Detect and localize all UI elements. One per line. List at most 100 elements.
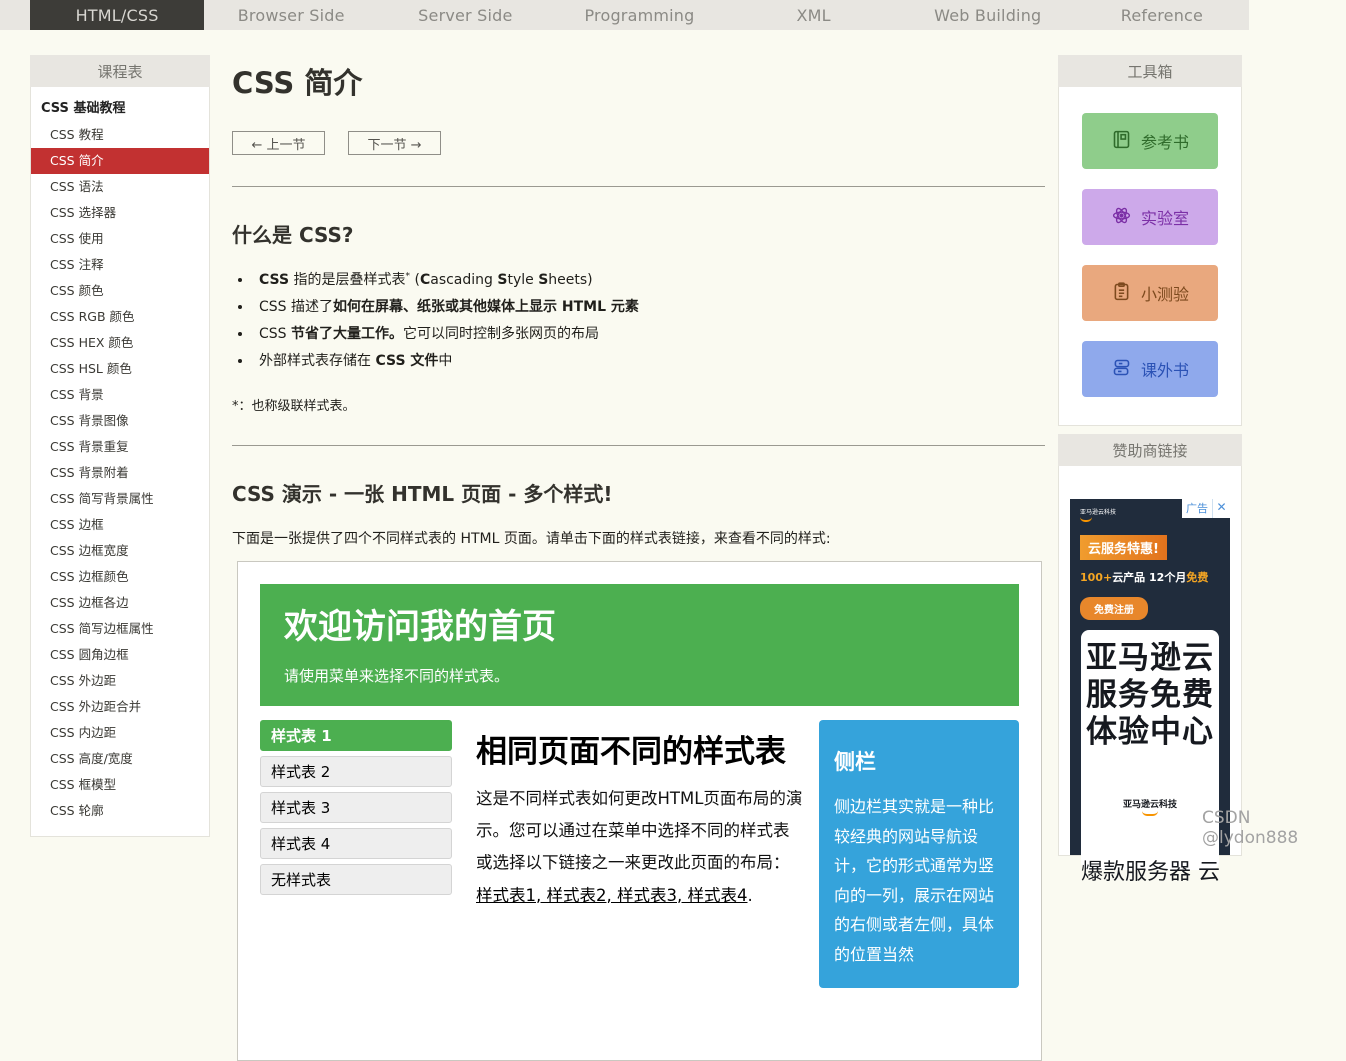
sidebar-item[interactable]: CSS 选择器 bbox=[31, 200, 209, 226]
page-title: CSS 简介 bbox=[232, 60, 1045, 102]
book-icon bbox=[1111, 129, 1132, 154]
demo-stylesheet-button[interactable]: 样式表 2 bbox=[260, 756, 452, 787]
what-is-css-heading: 什么是 CSS? bbox=[232, 219, 1045, 248]
ad-offer-text: 100+云产品 12个月免费 bbox=[1080, 569, 1230, 585]
sponsor-panel: 亚马逊云科技 广告 ✕ 云服务特惠! 100+云产品 12个月免费 免费注册 亚… bbox=[1058, 466, 1242, 856]
demo-sidebar: 侧栏 侧边栏其实就是一种比较经典的网站导航设计，它的形式通常为竖向的一列，展示在… bbox=[819, 720, 1019, 988]
nav-tab[interactable]: Web Building bbox=[901, 0, 1075, 30]
what-is-css-list: CSS 指的是层叠样式表* (Cascading Style Sheets) C… bbox=[253, 269, 1045, 370]
pager-buttons: ← 上一节 下一节 → bbox=[232, 131, 1045, 155]
sidebar-item[interactable]: CSS 教程 bbox=[31, 122, 209, 148]
lab-label: 实验室 bbox=[1141, 205, 1189, 229]
ad-brand-logo: 亚马逊云科技 bbox=[1070, 499, 1116, 522]
sidebar-item[interactable]: CSS 圆角边框 bbox=[31, 642, 209, 668]
demo-style-link[interactable]: 样式表3 bbox=[617, 886, 688, 905]
prev-section-button[interactable]: ← 上一节 bbox=[232, 131, 325, 155]
sidebar-item[interactable]: CSS 简介 bbox=[31, 148, 209, 174]
extra-book-label: 课外书 bbox=[1141, 357, 1189, 381]
atom-icon bbox=[1111, 205, 1132, 230]
nav-tab[interactable]: Server Side bbox=[378, 0, 552, 30]
amazon-smile-icon bbox=[1080, 517, 1092, 522]
ad-signup-button[interactable]: 免费注册 bbox=[1080, 597, 1148, 620]
top-navigation: HTML/CSS Browser Side Server Side Progra… bbox=[0, 0, 1249, 30]
demo-style-links-group: 样式表1样式表2样式表3样式表4 bbox=[476, 886, 748, 905]
ad-close-icon[interactable]: ✕ bbox=[1212, 499, 1230, 518]
sidebar-item[interactable]: CSS 外边距 bbox=[31, 668, 209, 694]
reference-book-button[interactable]: 参考书 bbox=[1082, 113, 1218, 169]
ad-card-logo: 亚马逊云科技 bbox=[1081, 797, 1219, 816]
sidebar-item[interactable]: CSS 背景附着 bbox=[31, 460, 209, 486]
sidebar-item[interactable]: CSS 框模型 bbox=[31, 772, 209, 798]
ad-card: 亚马逊云 服务免费 体验中心 亚马逊云科技 爆款服务器 云 bbox=[1081, 630, 1219, 870]
sidebar-item[interactable]: CSS HEX 颜色 bbox=[31, 330, 209, 356]
demo-article-heading: 相同页面不同的样式表 bbox=[476, 726, 804, 771]
toolbox-sidebar: 工具箱 参考书 实验室 小测验 课外书 赞助商链接 亚马逊云科技 bbox=[1058, 55, 1242, 856]
nav-tab[interactable]: Programming bbox=[552, 0, 726, 30]
course-sidebar-title: 课程表 bbox=[30, 55, 210, 87]
demo-sidebar-text: 侧边栏其实就是一种比较经典的网站导航设计，它的形式通常为竖向的一列，展示在网站的… bbox=[834, 792, 1004, 970]
sidebar-item[interactable]: CSS 边框各边 bbox=[31, 590, 209, 616]
sidebar-item[interactable]: CSS 基础教程 bbox=[31, 96, 209, 122]
quiz-button[interactable]: 小测验 bbox=[1082, 265, 1218, 321]
ad-banner[interactable]: 亚马逊云科技 广告 ✕ 云服务特惠! 100+云产品 12个月免费 免费注册 亚… bbox=[1070, 499, 1230, 855]
demo-style-link[interactable]: 样式表2 bbox=[547, 886, 618, 905]
sidebar-item[interactable]: CSS 边框颜色 bbox=[31, 564, 209, 590]
sidebar-item[interactable]: CSS 边框 bbox=[31, 512, 209, 538]
sidebar-item[interactable]: CSS 外边距合并 bbox=[31, 694, 209, 720]
demo-stylesheet-button[interactable]: 样式表 4 bbox=[260, 828, 452, 859]
sidebar-item[interactable]: CSS 使用 bbox=[31, 226, 209, 252]
demo-stylesheet-button[interactable]: 无样式表 bbox=[260, 864, 452, 895]
sidebar-item[interactable]: CSS 颜色 bbox=[31, 278, 209, 304]
sidebar-item[interactable]: CSS 背景 bbox=[31, 382, 209, 408]
lab-button[interactable]: 实验室 bbox=[1082, 189, 1218, 245]
extra-book-button[interactable]: 课外书 bbox=[1082, 341, 1218, 397]
clipboard-icon bbox=[1111, 281, 1132, 306]
sidebar-item[interactable]: CSS 简写边框属性 bbox=[31, 616, 209, 642]
nav-tab[interactable]: Browser Side bbox=[204, 0, 378, 30]
style-demo-frame: 欢迎访问我的首页 请使用菜单来选择不同的样式表。 样式表 1 样式表 2 样式表… bbox=[237, 561, 1042, 1061]
sidebar-item[interactable]: CSS 边框宽度 bbox=[31, 538, 209, 564]
ad-top-row: 亚马逊云科技 广告 ✕ bbox=[1070, 499, 1230, 522]
demo-banner: 欢迎访问我的首页 请使用菜单来选择不同的样式表。 bbox=[260, 584, 1019, 706]
sidebar-item[interactable]: CSS 注释 bbox=[31, 252, 209, 278]
demo-stylesheet-button[interactable]: 样式表 1 bbox=[260, 720, 452, 751]
ad-card-line: 亚马逊云 bbox=[1081, 640, 1219, 677]
next-section-button[interactable]: 下一节 → bbox=[348, 131, 441, 155]
demo-sidebar-heading: 侧栏 bbox=[834, 746, 1004, 776]
footnote: *：也称级联样式表。 bbox=[232, 395, 1045, 414]
ad-corner-controls: 广告 ✕ bbox=[1182, 499, 1230, 518]
books-icon bbox=[1111, 357, 1132, 382]
demo-style-link[interactable]: 样式表4 bbox=[688, 886, 748, 905]
nav-tab[interactable]: XML bbox=[727, 0, 901, 30]
demo-stylesheet-menu: 样式表 1 样式表 2 样式表 3 样式表 4 无样式表 bbox=[260, 720, 452, 988]
sidebar-item[interactable]: CSS 简写背景属性 bbox=[31, 486, 209, 512]
sidebar-item[interactable]: CSS 背景重复 bbox=[31, 434, 209, 460]
ad-badge: 广告 bbox=[1182, 499, 1212, 518]
sponsor-title: 赞助商链接 bbox=[1058, 434, 1242, 466]
csdn-watermark: CSDN @lydon888 bbox=[1202, 808, 1346, 848]
quiz-label: 小测验 bbox=[1141, 281, 1189, 305]
demo-stylesheet-button[interactable]: 样式表 3 bbox=[260, 792, 452, 823]
demo-banner-subtitle: 请使用菜单来选择不同的样式表。 bbox=[284, 665, 995, 686]
bullet-item: CSS 描述了如何在屏幕、纸张或其他媒体上显示 HTML 元素 bbox=[253, 296, 1045, 316]
sidebar-item[interactable]: CSS RGB 颜色 bbox=[31, 304, 209, 330]
nav-tab[interactable]: HTML/CSS bbox=[30, 0, 204, 30]
sidebar-item[interactable]: CSS 语法 bbox=[31, 174, 209, 200]
sidebar-item[interactable]: CSS 背景图像 bbox=[31, 408, 209, 434]
main-content: CSS 简介 ← 上一节 下一节 → 什么是 CSS? CSS 指的是层叠样式表… bbox=[232, 55, 1045, 1061]
sidebar-item[interactable]: CSS HSL 颜色 bbox=[31, 356, 209, 382]
course-list: CSS 基础教程 CSS 教程 CSS 简介 CSS 语法 CSS 选择器 CS… bbox=[30, 87, 210, 837]
ad-card-line: 体验中心 bbox=[1081, 714, 1219, 751]
sidebar-item[interactable]: CSS 轮廓 bbox=[31, 798, 209, 824]
demo-section-heading: CSS 演示 - 一张 HTML 页面 - 多个样式! bbox=[232, 478, 1045, 507]
toolbox-panel: 参考书 实验室 小测验 课外书 bbox=[1058, 87, 1242, 426]
nav-tab[interactable]: Reference bbox=[1075, 0, 1249, 30]
demo-banner-title: 欢迎访问我的首页 bbox=[284, 599, 995, 648]
sidebar-item[interactable]: CSS 高度/宽度 bbox=[31, 746, 209, 772]
demo-section-intro: 下面是一张提供了四个不同样式表的 HTML 页面。请单击下面的样式表链接，来查看… bbox=[232, 528, 1045, 548]
ad-card-line: 服务免费 bbox=[1081, 677, 1219, 714]
divider bbox=[232, 186, 1045, 187]
sidebar-item[interactable]: CSS 内边距 bbox=[31, 720, 209, 746]
ad-card-footer: 爆款服务器 云 bbox=[1081, 854, 1219, 886]
demo-style-link[interactable]: 样式表1 bbox=[476, 886, 547, 905]
